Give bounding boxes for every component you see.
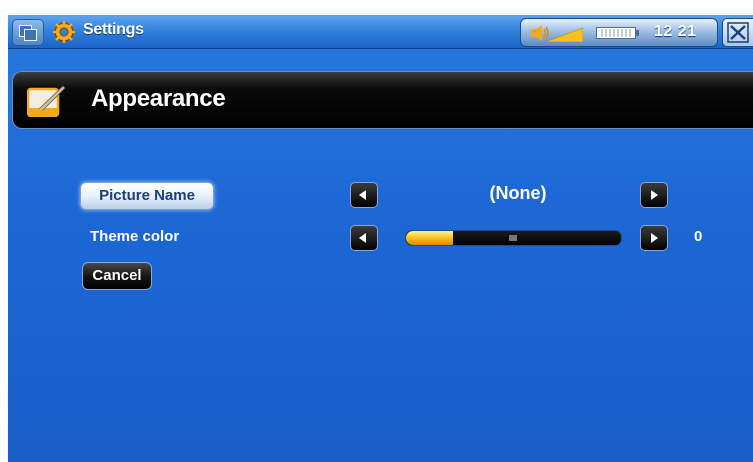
cancel-button[interactable]: Cancel <box>82 262 152 290</box>
app-title: Settings <box>83 21 144 38</box>
speaker-icon[interactable] <box>531 24 583 42</box>
device-screen: Settings 12 21 Appearance Picture Name (… <box>8 15 753 462</box>
page-title: Appearance <box>91 85 226 112</box>
picture-value: (None) <box>489 183 547 203</box>
picture-prev-button[interactable] <box>350 182 378 208</box>
status-bar: Settings 12 21 <box>8 15 753 49</box>
theme-color-slider[interactable] <box>405 230 622 246</box>
picture-next-button[interactable] <box>640 182 668 208</box>
window-icon <box>24 29 37 41</box>
menu-button[interactable] <box>12 19 44 46</box>
paint-brush-icon <box>27 85 66 117</box>
battery-icon <box>596 27 639 39</box>
slider-fill <box>406 231 454 245</box>
gear-icon <box>53 21 75 43</box>
slider-thumb[interactable] <box>509 235 517 241</box>
theme-color-value: 0 <box>694 228 703 245</box>
close-button[interactable] <box>722 18 753 47</box>
picture-name-button[interactable]: Picture Name <box>80 182 214 210</box>
status-indicators: 12 21 <box>520 18 718 47</box>
theme-next-button[interactable] <box>640 225 668 251</box>
theme-color-label: Theme color <box>90 228 180 245</box>
theme-prev-button[interactable] <box>350 225 378 251</box>
close-icon <box>727 22 749 43</box>
page-header: Appearance <box>12 71 753 129</box>
clock: 12 21 <box>654 23 697 40</box>
